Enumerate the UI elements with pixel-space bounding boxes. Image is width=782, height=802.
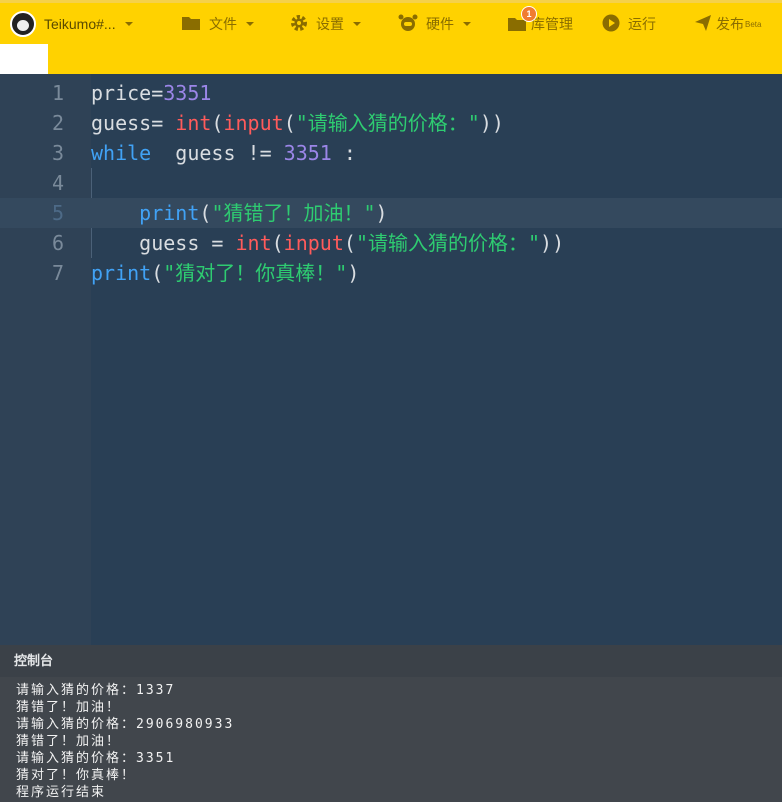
line-number: 1 [51, 81, 64, 105]
avatar [10, 11, 36, 37]
library-manager[interactable]: 1 库管理 [507, 3, 573, 45]
code-line[interactable]: 7 print("猜对了！你真棒！") [0, 258, 782, 288]
publish-button[interactable]: 发布 Beta [694, 3, 761, 45]
code-line[interactable]: 6 guess = int(input("请输入猜的价格：")) [0, 228, 782, 258]
code-text: guess = int(input("请输入猜的价格：")) [91, 231, 565, 255]
run-button[interactable]: 运行 [602, 3, 656, 45]
tab-bar [0, 44, 782, 74]
chevron-down-icon [124, 22, 133, 26]
console-line: 请输入猜的价格：2906980933 [16, 717, 235, 732]
folder-icon [181, 15, 201, 34]
file-menu[interactable]: 文件 [181, 3, 254, 45]
console-title: 控制台 [0, 645, 782, 677]
code-text: guess= int(input("请输入猜的价格：")) [91, 111, 504, 135]
code-line[interactable]: 2 guess= int(input("请输入猜的价格：")) [0, 108, 782, 138]
code-text: print("猜错了！加油！") [139, 201, 388, 225]
line-number: 6 [51, 231, 64, 255]
line-number: 3 [51, 141, 64, 165]
hardware-menu[interactable]: 硬件 [398, 3, 471, 45]
code-line[interactable]: 3 while guess != 3351 : [0, 138, 782, 168]
chevron-down-icon [463, 22, 471, 26]
hardware-menu-label: 硬件 [426, 16, 454, 32]
console-line: 请输入猜的价格：3351 [16, 751, 176, 766]
publish-button-label: 发布 [716, 16, 744, 32]
console-line: 猜错了！加油！ [16, 734, 122, 749]
console-line: 程序运行结束 [16, 785, 107, 800]
play-icon [602, 14, 620, 35]
code-line[interactable]: 4 [0, 168, 782, 198]
line-number: 5 [51, 201, 64, 225]
top-toolbar: Teikumo#... 文件 设置 硬件 1 库管理 运行 发布 Beta [0, 0, 782, 44]
console-line: 请输入猜的价格：1337 [16, 683, 176, 698]
run-button-label: 运行 [628, 16, 656, 32]
code-text: print("猜对了！你真棒！") [91, 261, 360, 285]
project-name: Teikumo#... [44, 16, 116, 32]
notification-badge: 1 [521, 6, 537, 22]
active-tab[interactable] [0, 44, 48, 74]
gear-icon [290, 14, 308, 35]
chevron-down-icon [246, 22, 254, 26]
line-number: 4 [51, 171, 64, 195]
library-manager-label: 库管理 [531, 16, 573, 32]
paper-plane-icon [694, 14, 712, 35]
settings-menu[interactable]: 设置 [290, 3, 361, 45]
line-number: 2 [51, 111, 64, 135]
code-editor[interactable]: 1 price=3351 2 guess= int(input("请输入猜的价格… [0, 74, 782, 645]
code-line-active[interactable]: 5 print("猜错了！加油！") [0, 198, 782, 228]
code-text: price=3351 [91, 81, 212, 105]
code-line[interactable]: 1 price=3351 [0, 78, 782, 108]
chevron-down-icon [353, 22, 361, 26]
file-menu-label: 文件 [209, 16, 237, 32]
console-output: 请输入猜的价格：1337 猜错了！加油！ 请输入猜的价格：2906980933 … [0, 677, 782, 802]
settings-menu-label: 设置 [316, 16, 344, 32]
beta-tag: Beta [745, 19, 762, 29]
robot-icon [398, 14, 418, 35]
console-line: 猜错了！加油！ [16, 700, 122, 715]
console-line: 猜对了！你真棒！ [16, 768, 137, 783]
project-menu[interactable]: Teikumo#... [10, 3, 133, 45]
line-number: 7 [51, 261, 64, 285]
code-text: while guess != 3351 : [91, 141, 356, 165]
